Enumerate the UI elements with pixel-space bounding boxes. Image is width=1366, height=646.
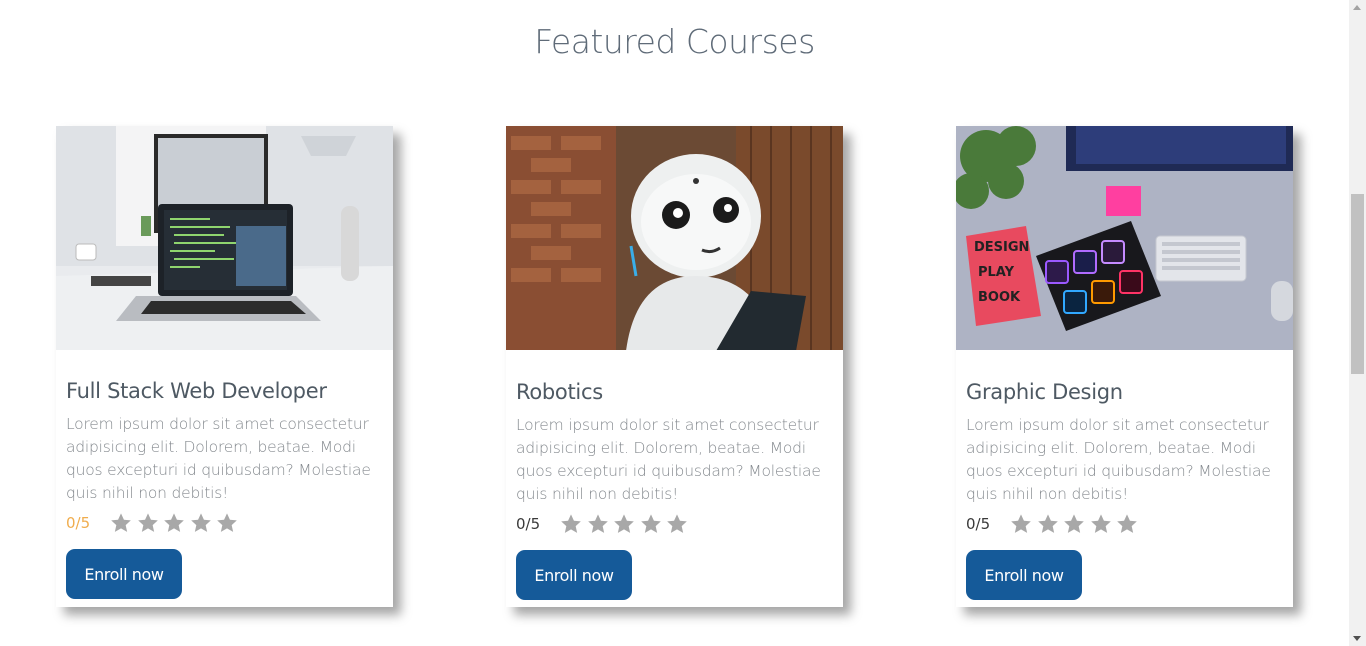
star-icon[interactable]: [1037, 513, 1059, 535]
course-image-laptop: [56, 126, 393, 350]
star-icon[interactable]: [110, 512, 132, 534]
star-icon[interactable]: [1063, 513, 1085, 535]
star-icon[interactable]: [1116, 513, 1138, 535]
star-icon[interactable]: [1090, 513, 1112, 535]
star-icon[interactable]: [137, 512, 159, 534]
rating-value: 0/5: [516, 515, 541, 533]
rating-value: 0/5: [966, 515, 991, 533]
course-card: Full Stack Web Developer Lorem ipsum dol…: [56, 126, 393, 607]
svg-text:PLAY: PLAY: [978, 265, 1015, 280]
star-icon[interactable]: [560, 513, 582, 535]
star-icon[interactable]: [216, 512, 238, 534]
course-card: Robotics Lorem ipsum dolor sit amet cons…: [506, 126, 843, 607]
star-icon[interactable]: [640, 513, 662, 535]
course-rating: 0/5: [66, 510, 383, 536]
star-icon[interactable]: [190, 512, 212, 534]
section-title: Featured Courses: [534, 22, 815, 61]
enroll-button[interactable]: Enroll now: [66, 549, 182, 599]
rating-value: 0/5: [66, 514, 91, 532]
scroll-up-icon[interactable]: [1353, 5, 1361, 10]
course-card: DESIGN PLAY BOOK Graphic Design Lorem ipsu…: [956, 126, 1293, 607]
enroll-button[interactable]: Enroll now: [966, 550, 1082, 600]
course-image-robot: [506, 126, 843, 350]
vertical-scrollbar[interactable]: [1349, 0, 1366, 646]
svg-text:BOOK: BOOK: [978, 290, 1021, 305]
svg-text:DESIGN: DESIGN: [974, 240, 1029, 255]
course-rating: 0/5: [966, 511, 1283, 537]
star-icon[interactable]: [587, 513, 609, 535]
course-title: Full Stack Web Developer: [66, 379, 327, 403]
course-description: Lorem ipsum dolor sit amet consectetur a…: [966, 416, 1271, 503]
scroll-down-icon[interactable]: [1353, 636, 1361, 641]
star-icon[interactable]: [666, 513, 688, 535]
enroll-button[interactable]: Enroll now: [516, 550, 632, 600]
course-description: Lorem ipsum dolor sit amet consectetur a…: [516, 416, 821, 503]
course-description: Lorem ipsum dolor sit amet consectetur a…: [66, 415, 371, 502]
star-icon[interactable]: [1010, 513, 1032, 535]
course-image-design: DESIGN PLAY BOOK: [956, 126, 1293, 350]
star-icon[interactable]: [613, 513, 635, 535]
scrollbar-thumb[interactable]: [1351, 194, 1364, 374]
star-icon[interactable]: [163, 512, 185, 534]
course-title: Graphic Design: [966, 380, 1123, 404]
course-rating: 0/5: [516, 511, 833, 537]
course-title: Robotics: [516, 380, 603, 404]
